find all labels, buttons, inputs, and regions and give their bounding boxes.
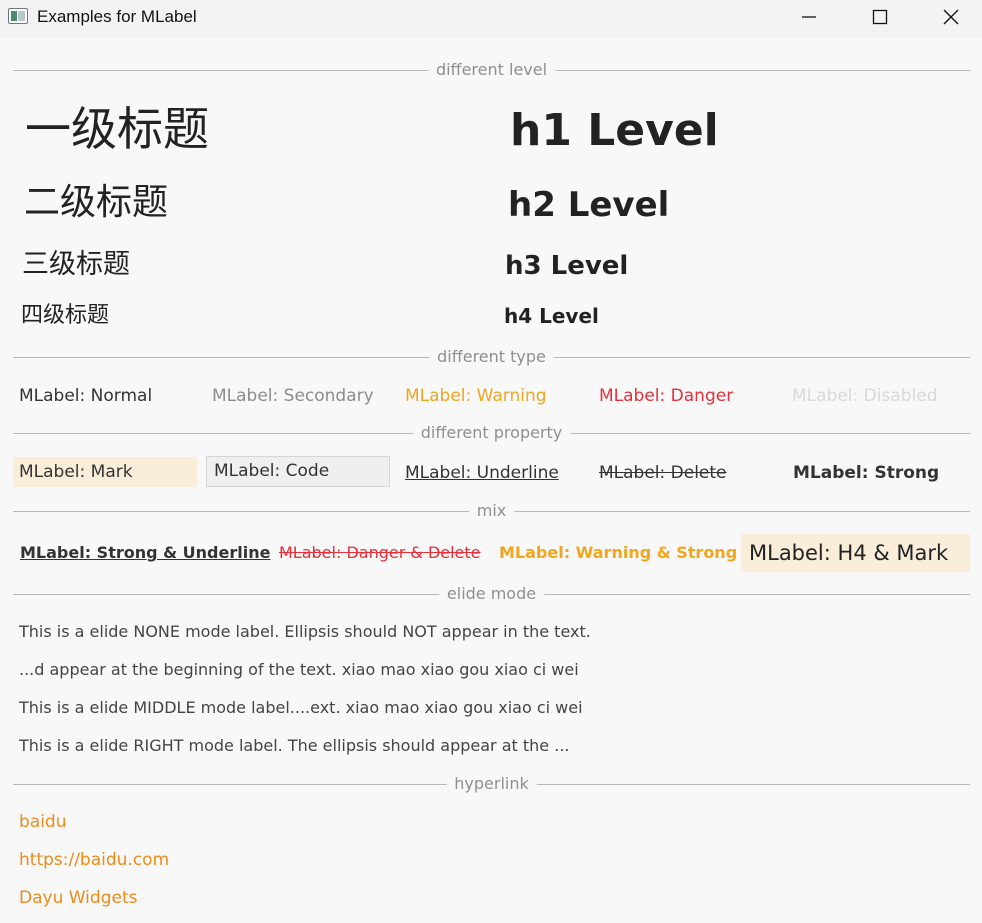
heading-level-1-zh: 一级标题 [25, 102, 209, 156]
heading-level-4-zh: 四级标题 [21, 303, 110, 328]
minimize-icon [802, 16, 816, 18]
divider-label: mix [468, 501, 515, 521]
divider-different-property: different property [13, 423, 970, 443]
divider-label: different type [429, 347, 554, 367]
label-h4-mark: MLabel: H4 & Mark [741, 534, 970, 572]
link-dayu-widgets[interactable]: Dayu Widgets [19, 888, 137, 908]
label-secondary: MLabel: Secondary [212, 386, 374, 406]
link-baidu[interactable]: baidu [19, 812, 67, 832]
label-mark: MLabel: Mark [13, 457, 197, 487]
label-danger: MLabel: Danger [599, 386, 734, 406]
label-elide-right: This is a elide RIGHT mode label. The el… [19, 736, 570, 755]
label-warning-strong: MLabel: Warning & Strong [499, 543, 738, 562]
close-icon [943, 9, 959, 25]
divider-different-level: different level [13, 60, 970, 80]
link-baidu-url[interactable]: https://baidu.com [19, 850, 169, 870]
heading-level-1-en: h1 Level [510, 105, 719, 156]
label-elide-left: ...d appear at the beginning of the text… [19, 660, 579, 679]
title-bar: Examples for MLabel [0, 0, 982, 38]
label-normal: MLabel: Normal [19, 386, 153, 406]
window-title: Examples for MLabel [37, 7, 197, 26]
label-elide-middle: This is a elide MIDDLE mode label....ext… [19, 698, 583, 717]
label-strong-underline: MLabel: Strong & Underline [20, 543, 271, 562]
heading-level-2-en: h2 Level [508, 185, 670, 225]
maximize-icon [872, 9, 888, 25]
label-danger-delete: MLabel: Danger & Delete [279, 543, 481, 562]
maximize-button[interactable] [857, 0, 903, 34]
divider-hyperlink: hyperlink [13, 774, 970, 794]
divider-elide-mode: elide mode [13, 584, 970, 604]
divider-label: elide mode [438, 584, 545, 604]
close-button[interactable] [928, 0, 974, 34]
label-elide-none: This is a elide NONE mode label. Ellipsi… [19, 622, 591, 641]
label-delete: MLabel: Delete [599, 463, 727, 483]
app-icon [8, 8, 28, 24]
label-disabled: MLabel: Disabled [792, 386, 938, 406]
label-code: MLabel: Code [206, 456, 390, 487]
label-underline: MLabel: Underline [405, 463, 559, 483]
minimize-button[interactable] [786, 0, 832, 34]
heading-level-3-zh: 三级标题 [22, 249, 130, 280]
divider-label: different property [412, 423, 571, 443]
divider-different-type: different type [13, 347, 970, 367]
label-strong: MLabel: Strong [793, 463, 940, 483]
label-warning: MLabel: Warning [405, 386, 547, 406]
divider-mix: mix [13, 501, 970, 521]
divider-label: hyperlink [446, 774, 537, 794]
heading-level-4-en: h4 Level [504, 304, 599, 328]
heading-level-2-zh: 二级标题 [24, 182, 169, 223]
divider-label: different level [427, 60, 556, 80]
heading-level-3-en: h3 Level [505, 251, 629, 281]
